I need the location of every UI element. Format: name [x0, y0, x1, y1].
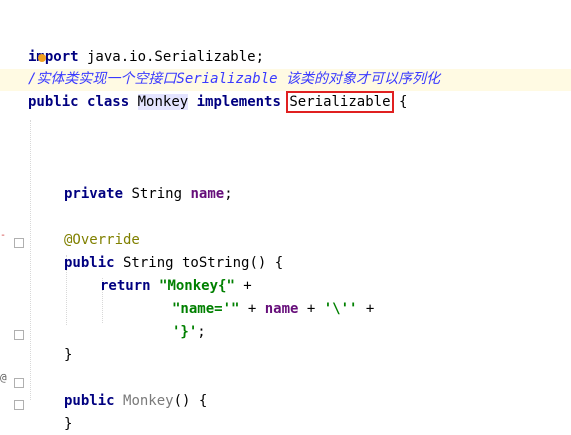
operator: +: [357, 301, 375, 317]
override-marker-icon: @: [0, 371, 7, 384]
intention-bulb-icon[interactable]: [38, 54, 46, 62]
semicolon: ;: [224, 186, 233, 202]
operator: +: [298, 301, 324, 317]
keyword: implements: [196, 94, 281, 110]
fold-toggle-icon[interactable]: [14, 238, 24, 248]
code-line-close-literal[interactable]: '}';: [172, 299, 206, 340]
code-line-comment[interactable]: /实体类实现一个空接口Serializable 该类的对象才可以序列化: [28, 46, 440, 87]
code-line-import[interactable]: import java.io.Serializable;: [28, 24, 264, 65]
constructor-sig: () {: [173, 393, 208, 409]
keyword: return: [100, 278, 151, 294]
error-marker-icon: -: [0, 230, 7, 241]
code-line-constructor[interactable]: public Monkey() {: [64, 368, 207, 409]
field-name: name: [190, 186, 225, 202]
keyword: class: [87, 94, 130, 110]
class-name: Monkey: [137, 94, 189, 110]
interface-name-highlight: Serializable: [286, 91, 394, 113]
brace: }: [64, 416, 73, 432]
char-literal: '\'': [323, 301, 358, 317]
operator: +: [239, 301, 265, 317]
code-line-annotation[interactable]: @Override: [64, 207, 140, 248]
keyword: public: [28, 94, 79, 110]
editor-gutter: [0, 0, 28, 413]
brace: }: [64, 347, 73, 363]
constructor-name: Monkey: [123, 393, 174, 409]
code-line-method-end[interactable]: }: [64, 322, 72, 363]
char-literal: '}': [172, 324, 198, 340]
indent-guide: [30, 120, 31, 400]
code-line-concat[interactable]: "name='" + name + '\'' +: [172, 276, 374, 317]
code-line-method-sig[interactable]: public String toString() {: [64, 230, 283, 271]
code-line-class-decl[interactable]: public class Monkey implements Serializa…: [28, 69, 407, 113]
code-line-field[interactable]: private String name;: [64, 161, 233, 202]
fold-toggle-icon[interactable]: [14, 330, 24, 340]
semicolon: ;: [197, 324, 206, 340]
code-line-return[interactable]: return "Monkey{" +: [100, 253, 252, 294]
brace: {: [390, 94, 408, 110]
type-name: String: [131, 186, 183, 202]
field-ref: name: [264, 301, 299, 317]
code-line-constructor-end[interactable]: }: [64, 391, 72, 432]
fold-toggle-icon[interactable]: [14, 400, 24, 410]
fold-toggle-icon[interactable]: [14, 378, 24, 388]
keyword: private: [64, 186, 124, 202]
